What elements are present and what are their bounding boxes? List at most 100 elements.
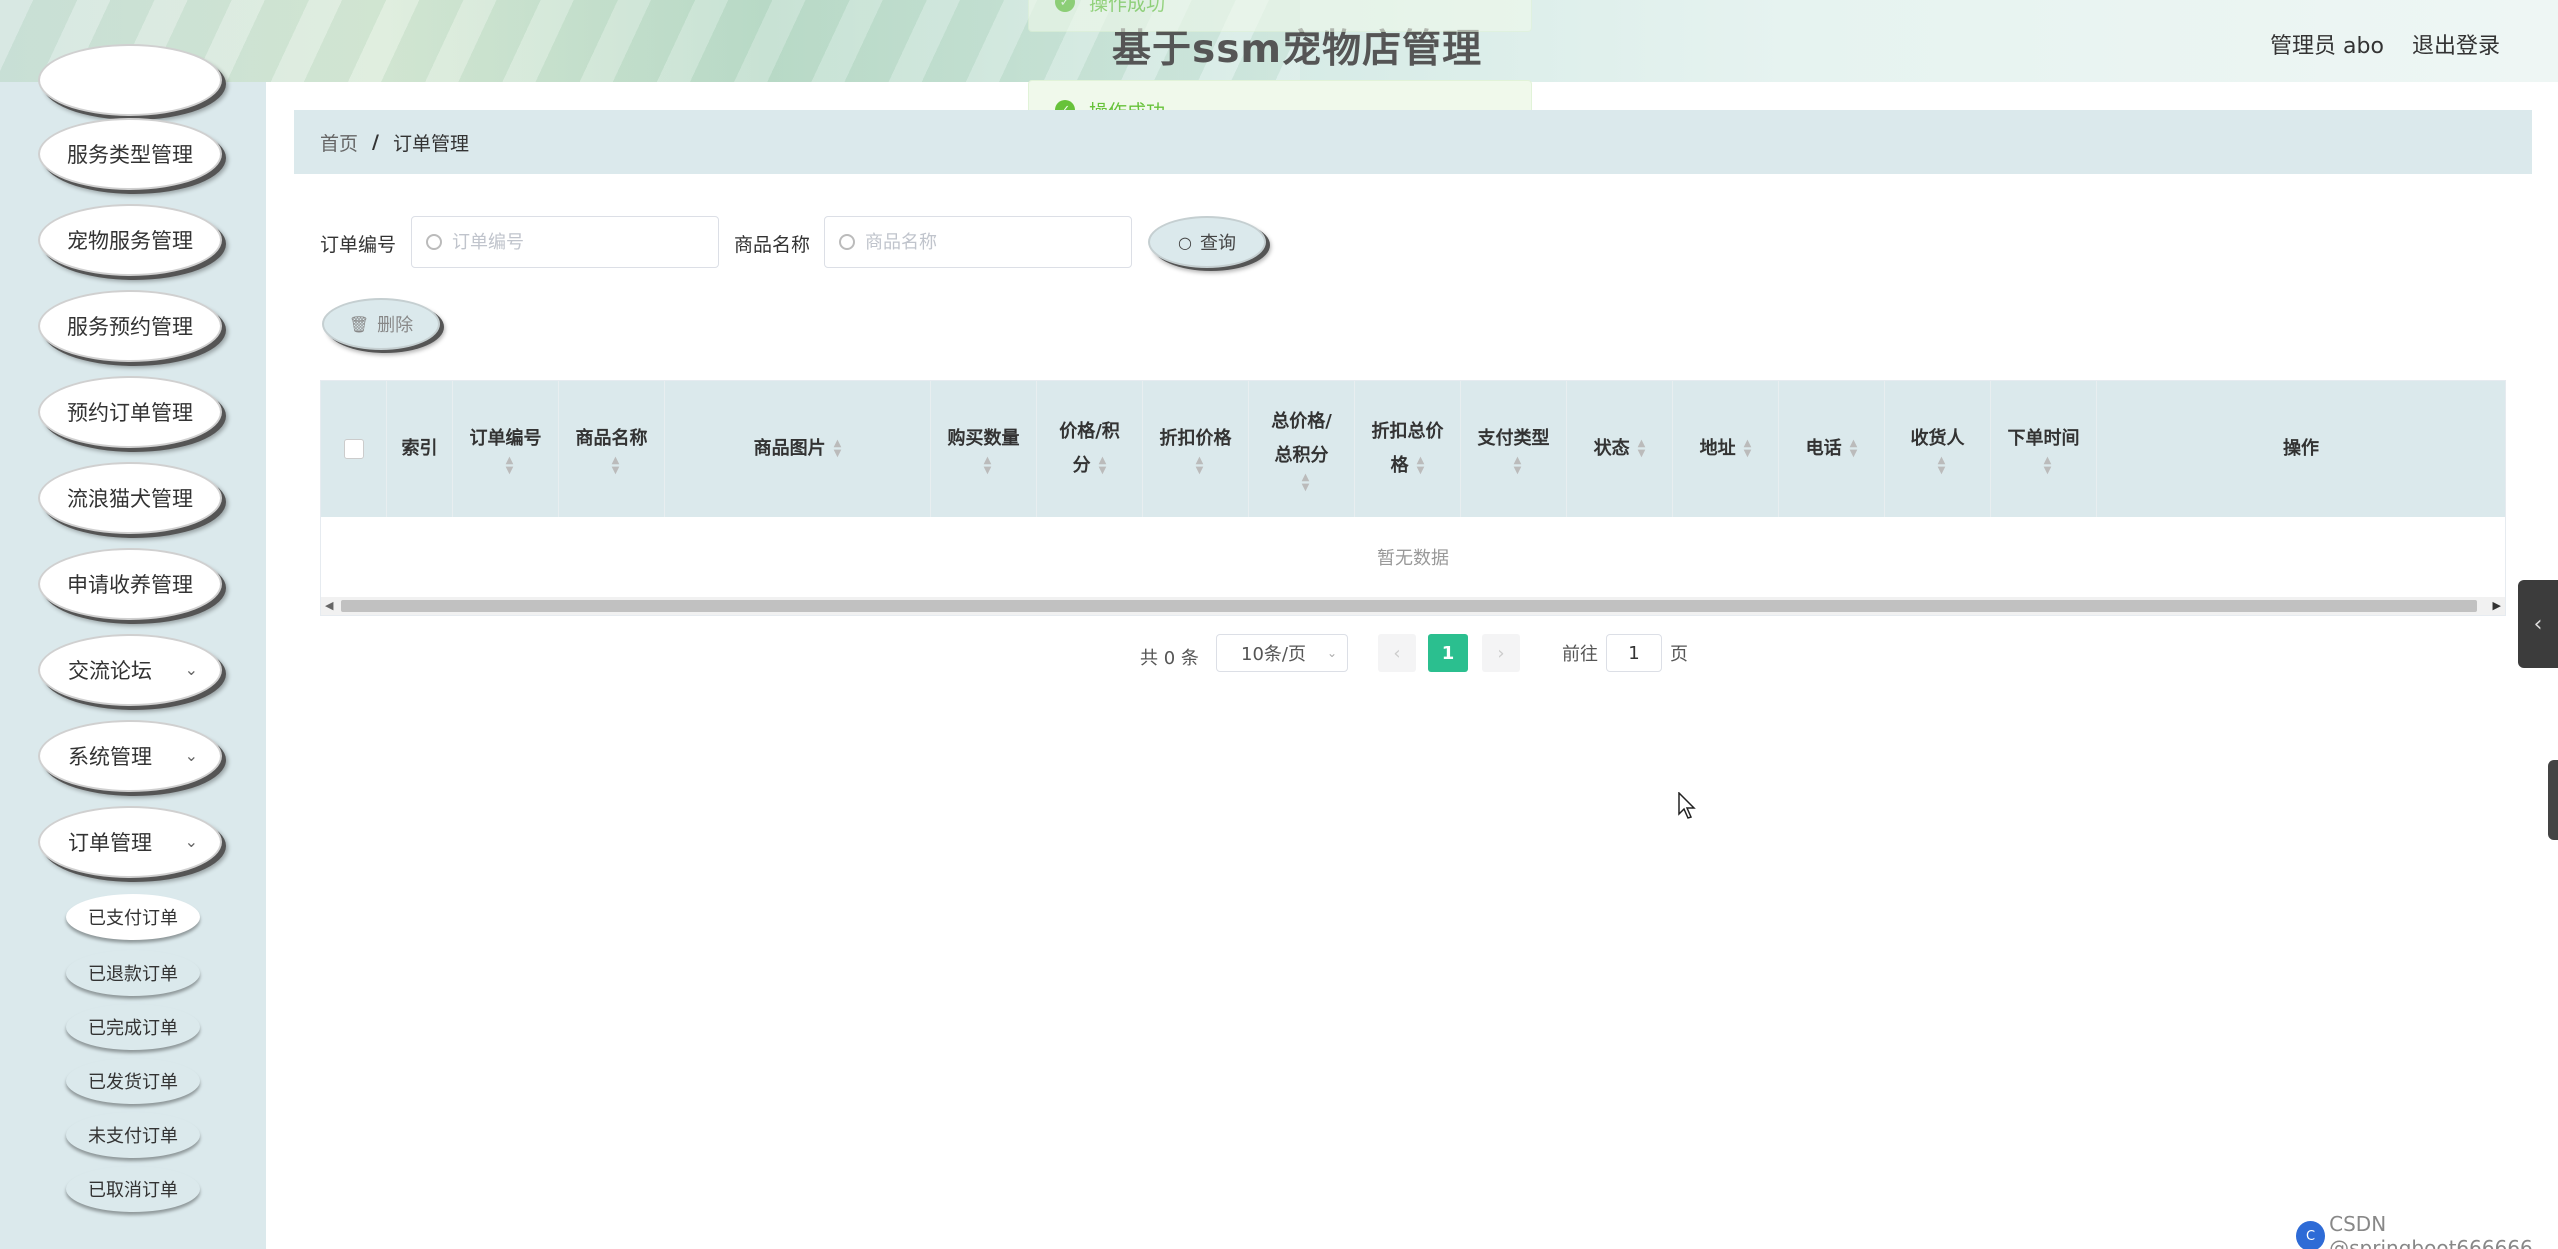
- breadcrumb-current: 订单管理: [392, 132, 469, 155]
- sidebar-item-orders[interactable]: 订单管理 ⌄: [38, 806, 222, 878]
- submenu-label: 已支付订单: [88, 908, 178, 929]
- column-header[interactable]: 状态 ▲ ▼: [1567, 381, 1673, 517]
- submenu-completed-orders[interactable]: 已完成订单: [66, 1004, 200, 1050]
- scrollbar-thumb[interactable]: [341, 600, 2477, 612]
- sort-icon[interactable]: ▲ ▼: [1514, 456, 1522, 476]
- horizontal-scrollbar[interactable]: ◀ ▶: [321, 597, 2505, 615]
- column-header[interactable]: 下单时间 ▲ ▼: [1991, 381, 2097, 517]
- search-icon: [839, 234, 855, 250]
- sidebar-item-system[interactable]: 系统管理 ⌄: [38, 720, 222, 792]
- column-title-line2: 分: [1072, 455, 1091, 476]
- sidebar-item-forum[interactable]: 交流论坛 ⌄: [38, 634, 222, 706]
- column-header[interactable]: 订单编号 ▲ ▼: [453, 381, 559, 517]
- scroll-right-icon[interactable]: ▶: [2493, 599, 2501, 612]
- prev-page-button[interactable]: ‹: [1378, 634, 1416, 672]
- column-header[interactable]: 地址 ▲ ▼: [1673, 381, 1779, 517]
- sidebar-item-adoption[interactable]: 申请收养管理: [38, 548, 222, 620]
- column-header: 索引: [387, 381, 453, 517]
- column-title: 操作: [2283, 438, 2319, 459]
- watermark: C CSDN @springboot666666: [2296, 1212, 2558, 1249]
- sort-icon[interactable]: ▲ ▼: [1099, 456, 1107, 476]
- user-info: 管理员 abo: [2270, 34, 2384, 59]
- chevron-down-icon: ⌄: [184, 746, 198, 765]
- sidebar-item-service-booking[interactable]: 服务预约管理: [38, 290, 222, 362]
- sidebar-item-booking-order[interactable]: 预约订单管理: [38, 376, 222, 448]
- chevron-left-icon: ‹: [1393, 642, 1401, 664]
- column-header[interactable]: 折扣总价格 ▲ ▼: [1355, 381, 1461, 517]
- page-size-select[interactable]: 10条/页 ⌄: [1216, 634, 1348, 672]
- delete-button[interactable]: 🗑 删除: [322, 298, 440, 350]
- column-header[interactable]: 支付类型 ▲ ▼: [1461, 381, 1567, 517]
- sort-icon[interactable]: ▲ ▼: [1638, 439, 1646, 459]
- sidebar-item-service-type[interactable]: 服务类型管理: [38, 118, 222, 190]
- query-button[interactable]: ○ 查询: [1148, 216, 1266, 268]
- sort-icon[interactable]: ▲ ▼: [1302, 473, 1310, 493]
- product-name-input[interactable]: [865, 231, 1115, 253]
- sort-icon[interactable]: ▲ ▼: [2044, 456, 2052, 476]
- product-name-field[interactable]: [824, 216, 1132, 268]
- goto-page-input[interactable]: 1: [1606, 634, 1662, 672]
- breadcrumb-separator: /: [372, 131, 379, 153]
- delete-button-label: 删除: [377, 315, 414, 336]
- sort-icon[interactable]: ▲ ▼: [1417, 456, 1425, 476]
- sort-icon[interactable]: ▲ ▼: [1196, 456, 1204, 476]
- sort-icon[interactable]: ▲ ▼: [1850, 439, 1858, 459]
- column-title-line2: 格: [1390, 455, 1409, 476]
- column-title: 价格/积: [1059, 421, 1120, 442]
- search-icon: [426, 234, 442, 250]
- submenu-refunded-orders[interactable]: 已退款订单: [66, 950, 200, 996]
- check-circle-icon: ✓: [1055, 0, 1075, 12]
- submenu-unpaid-orders[interactable]: 未支付订单: [66, 1112, 200, 1158]
- sort-icon[interactable]: ▲ ▼: [612, 456, 620, 476]
- side-panel-edge[interactable]: [2548, 760, 2558, 840]
- sort-icon[interactable]: ▲ ▼: [834, 439, 842, 459]
- sidebar-item-label: 系统管理: [68, 745, 152, 769]
- column-title: 商品图片: [753, 438, 826, 459]
- column-header[interactable]: 收货人 ▲ ▼: [1885, 381, 1991, 517]
- pagination-total: 共 0 条: [1140, 648, 1199, 669]
- page-number-current[interactable]: 1: [1428, 634, 1468, 672]
- submenu-cancelled-orders[interactable]: 已取消订单: [66, 1166, 200, 1212]
- submenu-shipped-orders[interactable]: 已发货订单: [66, 1058, 200, 1104]
- order-no-input[interactable]: [452, 231, 702, 253]
- sort-icon[interactable]: ▲ ▼: [1744, 439, 1752, 459]
- column-title: 状态: [1593, 438, 1630, 459]
- query-button-label: 查询: [1199, 233, 1236, 254]
- column-header[interactable]: 购买数量 ▲ ▼: [931, 381, 1037, 517]
- sidebar-item-label: 流浪猫犬管理: [67, 487, 193, 511]
- column-header[interactable]: 价格/积分 ▲ ▼: [1037, 381, 1143, 517]
- column-title: 收货人: [1910, 428, 1965, 449]
- sort-icon[interactable]: ▲ ▼: [984, 456, 992, 476]
- empty-state: 暂无数据: [321, 517, 2505, 597]
- sort-icon[interactable]: ▲ ▼: [1938, 456, 1946, 476]
- collapse-panel-tab[interactable]: ‹: [2518, 580, 2558, 668]
- order-no-field[interactable]: [411, 216, 719, 268]
- select-all-checkbox[interactable]: [343, 439, 364, 459]
- search-icon: ○: [1178, 232, 1192, 252]
- column-header[interactable]: 电话 ▲ ▼: [1779, 381, 1885, 517]
- order-no-label: 订单编号: [320, 234, 397, 256]
- column-title: 折扣总价: [1371, 421, 1444, 442]
- sidebar-item-stray-animals[interactable]: 流浪猫犬管理: [38, 462, 222, 534]
- column-header[interactable]: 商品名称 ▲ ▼: [559, 381, 665, 517]
- scroll-left-icon[interactable]: ◀: [325, 599, 333, 612]
- sidebar-item-label: 交流论坛: [68, 659, 152, 683]
- breadcrumb: 首页 / 订单管理: [294, 110, 2532, 174]
- sidebar-item-partial[interactable]: [38, 44, 222, 116]
- sort-icon[interactable]: ▲ ▼: [506, 456, 514, 476]
- next-page-button[interactable]: ›: [1482, 634, 1520, 672]
- sidebar-item-pet-service[interactable]: 宠物服务管理: [38, 204, 222, 276]
- submenu-paid-orders[interactable]: 已支付订单: [66, 894, 200, 940]
- chevron-down-icon: ⌄: [184, 832, 198, 851]
- column-header[interactable]: 总价格/总积分 ▲ ▼: [1249, 381, 1355, 517]
- submenu-label: 已发货订单: [88, 1072, 178, 1093]
- watermark-text: CSDN @springboot666666: [2329, 1212, 2533, 1249]
- sidebar-item-label: 服务预约管理: [67, 315, 193, 339]
- column-header[interactable]: 折扣价格 ▲ ▼: [1143, 381, 1249, 517]
- trash-icon: 🗑: [348, 314, 370, 334]
- column-title: 电话: [1805, 438, 1842, 459]
- column-header[interactable]: 商品图片 ▲ ▼: [665, 381, 931, 517]
- toast-text: 操作成功: [1089, 0, 1166, 15]
- breadcrumb-home[interactable]: 首页: [320, 129, 358, 156]
- logout-link[interactable]: 退出登录: [2412, 28, 2500, 60]
